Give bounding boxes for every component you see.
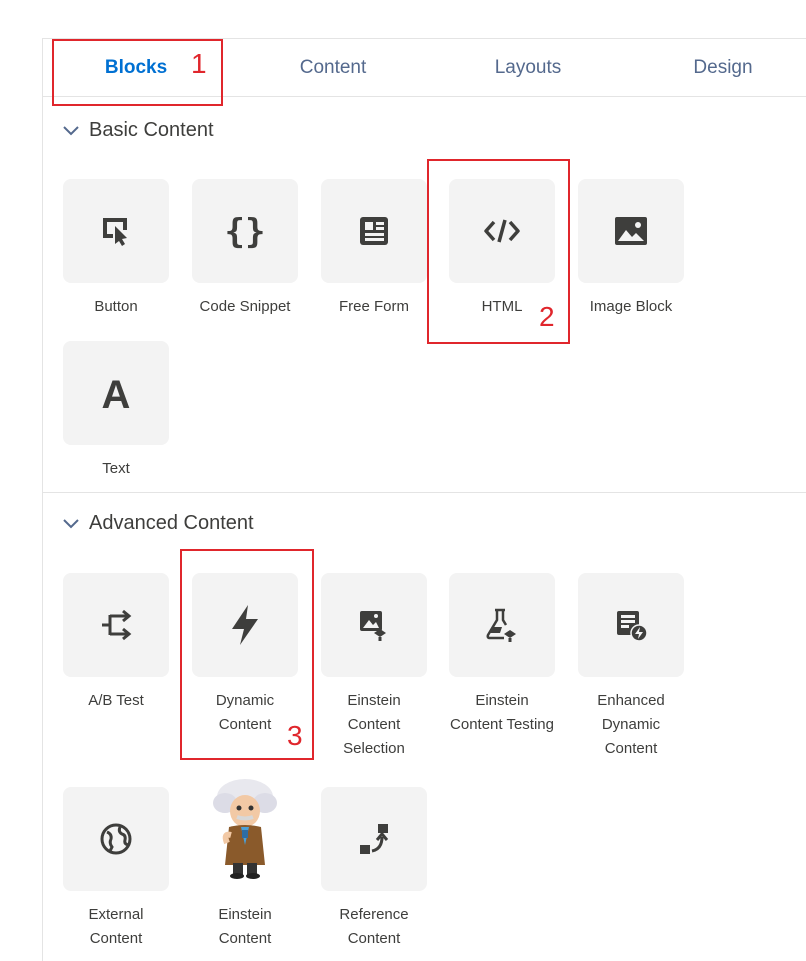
chevron-down-icon	[63, 518, 79, 528]
section-header-advanced[interactable]: Advanced Content	[63, 512, 254, 535]
block-tile-dynamic-content[interactable]	[192, 573, 298, 677]
block-tile-einstein-content-testing[interactable]	[449, 573, 555, 677]
label-line: Selection	[343, 740, 405, 757]
svg-text:A: A	[102, 375, 131, 411]
label-line: Content	[347, 930, 401, 947]
label-line: Einstein	[347, 692, 401, 709]
label-line: A/B Test	[88, 692, 144, 709]
tab-content[interactable]: Content	[278, 39, 388, 97]
block-tile-html[interactable]	[449, 179, 555, 283]
svg-text:{}: {}	[225, 212, 266, 250]
text-a-icon: A	[102, 375, 131, 411]
tab-bar: Blocks Content Layouts Design	[43, 39, 806, 97]
block-tile-free-form[interactable]	[321, 179, 427, 283]
label-line: Content	[89, 930, 143, 947]
block-label-text: Text	[102, 460, 130, 477]
section-title-basic: Basic Content	[89, 119, 214, 141]
section-divider	[43, 492, 806, 493]
flask-icon	[486, 608, 516, 642]
button-click-icon	[103, 218, 127, 246]
block-tile-button[interactable]	[63, 179, 169, 283]
html-code-icon	[484, 219, 520, 243]
section-title-advanced: Advanced Content	[89, 512, 254, 534]
tab-layouts[interactable]: Layouts	[473, 39, 583, 97]
curly-braces-icon: {}	[225, 212, 266, 250]
block-tile-einstein-content-selection[interactable]	[321, 573, 427, 677]
block-label-code-snippet: Code Snippet	[199, 298, 291, 315]
label-line: Content	[218, 930, 272, 947]
globe-icon	[100, 823, 132, 855]
label-line: Reference	[339, 906, 409, 923]
label-line: Dynamic	[601, 716, 661, 733]
tab-design[interactable]: Design	[668, 39, 778, 97]
block-label-button: Button	[94, 298, 138, 315]
section-header-basic[interactable]: Basic Content	[63, 119, 214, 142]
lightning-icon	[232, 605, 258, 645]
label-line: Dynamic	[215, 692, 275, 709]
label-line: External	[88, 906, 144, 923]
block-label-external-content: External Content	[51, 903, 181, 951]
einstein-selection-icon	[360, 611, 386, 641]
block-label-enhanced-dynamic-content: Enhanced Dynamic Content	[566, 689, 696, 761]
block-tile-image[interactable]	[578, 179, 684, 283]
block-tile-reference-content[interactable]	[321, 787, 427, 891]
block-label-image: Image Block	[589, 298, 673, 315]
content-builder-panel: Blocks Content Layouts Design Basic Cont…	[42, 38, 806, 961]
chevron-down-icon	[63, 125, 79, 135]
tab-blocks[interactable]: Blocks	[81, 39, 191, 97]
block-label-einstein-content-testing: Einstein Content Testing	[437, 689, 567, 737]
label-line: Enhanced	[597, 692, 665, 709]
label-line: Content	[604, 740, 658, 757]
block-tile-enhanced-dynamic-content[interactable]	[578, 573, 684, 677]
reference-icon	[360, 824, 389, 854]
free-form-icon	[360, 217, 388, 245]
block-tile-external-content[interactable]	[63, 787, 169, 891]
block-tile-text[interactable]: A	[63, 341, 169, 445]
block-label-einstein-content-selection: Einstein Content Selection	[309, 689, 439, 761]
ab-test-icon	[102, 609, 132, 641]
label-line: Content	[347, 716, 401, 733]
annotation-number: 1	[191, 48, 207, 79]
label-line: Einstein	[475, 692, 529, 709]
annotation-number: 3	[287, 720, 303, 751]
annotation-number: 2	[539, 301, 555, 332]
block-label-ab-test: A/B Test	[51, 689, 181, 713]
enhanced-dynamic-icon	[617, 611, 648, 642]
block-tile-einstein-content[interactable]	[192, 779, 298, 891]
label-line: Content Testing	[450, 716, 554, 733]
block-tile-ab-test[interactable]	[63, 573, 169, 677]
block-label-reference-content: Reference Content	[309, 903, 439, 951]
block-label-free-form: Free Form	[338, 298, 409, 315]
image-icon	[615, 217, 647, 245]
block-tile-code-snippet[interactable]: {}	[192, 179, 298, 283]
block-label-einstein-content: Einstein Content	[180, 903, 310, 951]
einstein-character-icon	[213, 779, 277, 879]
label-line: Einstein	[218, 906, 272, 923]
